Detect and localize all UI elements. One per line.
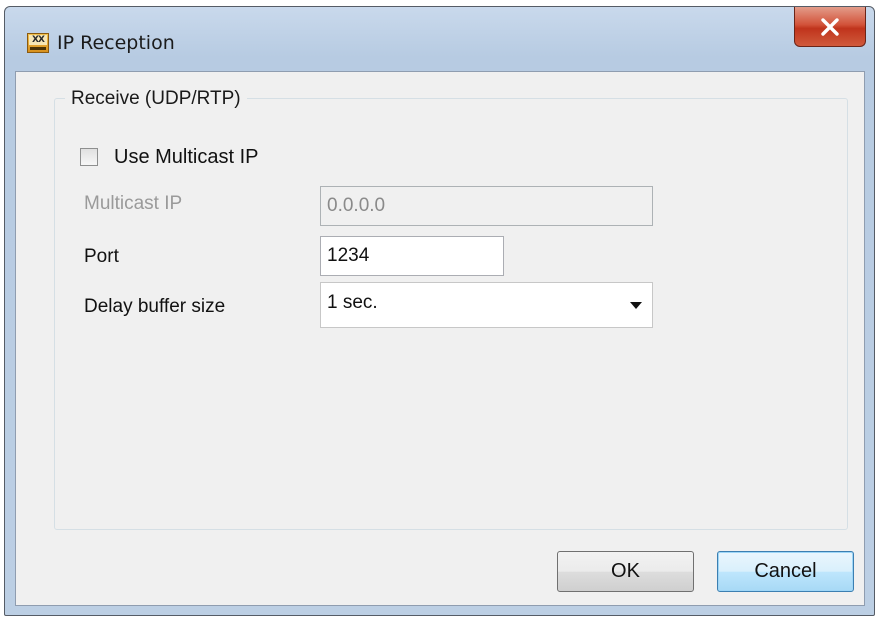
multicast-ip-label: Multicast IP [84,193,183,214]
chevron-down-icon [630,302,642,309]
port-label: Port [84,246,119,267]
multicast-ip-input: 0.0.0.0 [320,186,653,226]
dialog-body: Receive (UDP/RTP) Use Multicast IP Multi… [15,71,865,606]
port-input[interactable]: 1234 [320,236,504,276]
use-multicast-checkbox-row[interactable]: Use Multicast IP [80,144,258,170]
window-title: IP Reception [57,32,175,54]
delay-buffer-label: Delay buffer size [84,296,226,317]
cancel-button[interactable]: Cancel [717,551,854,592]
group-label: Receive (UDP/RTP) [65,88,247,110]
ip-reception-dialog: XX IP Reception Receive (UDP/RTP) Use Mu… [4,6,875,616]
use-multicast-label[interactable]: Use Multicast IP [114,146,258,169]
delay-buffer-value: 1 sec. [327,292,378,313]
title-bar[interactable]: XX IP Reception [5,7,874,71]
close-icon [821,17,839,36]
use-multicast-checkbox[interactable] [80,148,98,166]
app-logo-icon: XX [27,33,49,53]
ok-button[interactable]: OK [557,551,694,592]
close-button[interactable] [794,7,866,47]
delay-buffer-select[interactable]: 1 sec. [320,282,653,328]
